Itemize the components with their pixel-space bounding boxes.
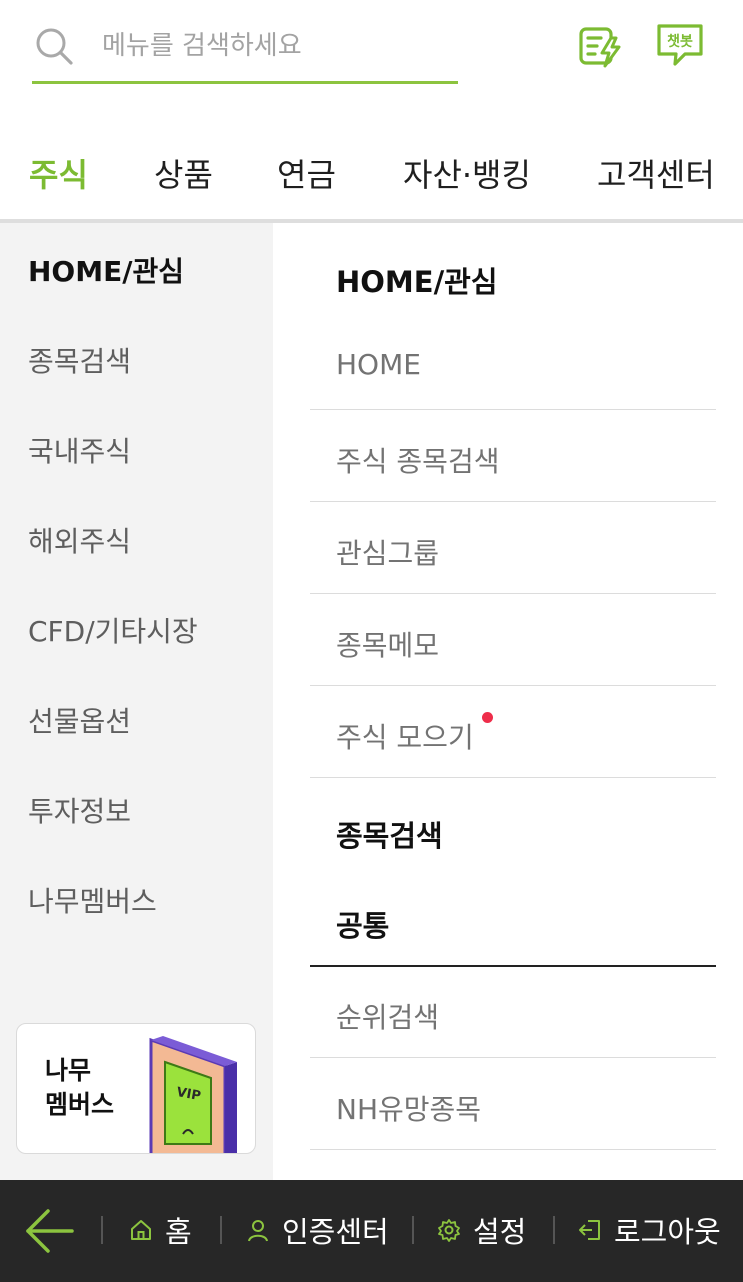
menu-item-label: HOME [336, 348, 421, 381]
banner-title: 나무 멤버스 [45, 1054, 114, 1122]
menu-item-label: 종목메모 [336, 629, 440, 662]
logout-button[interactable]: 로그아웃 [578, 1210, 721, 1250]
menu-item-label-wrap: 주식 모으기 [336, 712, 493, 756]
namu-members-banner[interactable]: 나무 멤버스 VIP [16, 1023, 256, 1154]
sidebar-item-overseas-stocks[interactable]: 해외주식 [28, 520, 131, 560]
tab-stocks[interactable]: 주식 [29, 150, 88, 196]
quick-menu-icon[interactable] [577, 22, 625, 70]
menu-item-label: 관심그룹 [336, 537, 440, 570]
tab-pension[interactable]: 연금 [277, 150, 336, 196]
menu-item-stock-memo[interactable]: 종목메모 [310, 594, 716, 686]
menu-item-stock-accumulation[interactable]: 주식 모으기 [310, 686, 716, 778]
menu-item-ranking-search[interactable]: 순위검색 [310, 966, 716, 1058]
auth-center-label: 인증센터 [282, 1215, 389, 1249]
chatbot-button[interactable]: 챗봇 [655, 22, 705, 68]
group-title-common: 공통 [336, 909, 390, 943]
bar-separator [412, 1216, 414, 1244]
back-arrow-icon[interactable] [24, 1206, 76, 1256]
category-sidebar: HOME/관심 종목검색 국내주식 해외주식 CFD/기타시장 선물옵션 투자정… [0, 223, 273, 1180]
chatbot-label: 챗봇 [667, 34, 693, 50]
menu-item-stock-symbol-search[interactable]: 주식 종목검색 [310, 410, 716, 502]
bottom-navigation-bar: 홈 인증센터 설정 로그아웃 [0, 1180, 743, 1282]
gear-icon [438, 1219, 460, 1242]
sidebar-item-investment-info[interactable]: 투자정보 [28, 790, 131, 830]
search-icon [36, 28, 73, 65]
banner-title-line1: 나무 [45, 1056, 92, 1085]
chatbot-icon: 챗봇 [657, 24, 703, 66]
sidebar-item-stock-search[interactable]: 종목검색 [28, 340, 131, 380]
search-box[interactable] [32, 18, 458, 84]
sidebar-item-home-watchlist[interactable]: HOME/관심 [28, 250, 184, 290]
menu-item-label: 순위검색 [336, 1001, 440, 1034]
menu-item-home[interactable]: HOME [310, 318, 716, 410]
section-title-home-watchlist: HOME/관심 [336, 265, 498, 299]
menu-item-watch-group[interactable]: 관심그룹 [310, 502, 716, 594]
logout-icon [579, 1220, 600, 1240]
menu-item-label: 주식 종목검색 [336, 445, 500, 478]
menu-item-label: 주식 모으기 [336, 721, 474, 754]
tab-assets-banking[interactable]: 자산·뱅킹 [403, 150, 531, 196]
vip-card-illustration: VIP [149, 1036, 237, 1153]
search-header: 챗봇 [0, 0, 743, 110]
bar-separator [553, 1216, 555, 1244]
sidebar-item-futures-options[interactable]: 선물옵션 [28, 700, 131, 740]
tab-customer-center[interactable]: 고객센터 [597, 150, 715, 196]
home-button[interactable]: 홈 [129, 1210, 192, 1250]
submenu-panel: HOME/관심 HOME 주식 종목검색 관심그룹 종목메모 주식 모으기 종목… [310, 223, 716, 1180]
new-indicator-dot [481, 712, 493, 723]
sidebar-item-namu-members[interactable]: 나무멤버스 [28, 880, 157, 920]
top-tabs: 주식 상품 연금 자산·뱅킹 고객센터 [0, 130, 743, 220]
menu-item-nh-promising-stocks[interactable]: NH유망종목 [310, 1058, 716, 1150]
settings-label: 설정 [473, 1215, 527, 1249]
section-title-stock-search: 종목검색 [336, 819, 443, 853]
home-icon [131, 1220, 151, 1240]
person-icon [248, 1220, 268, 1242]
logout-label: 로그아웃 [614, 1215, 721, 1249]
sidebar-item-domestic-stocks[interactable]: 국내주식 [28, 430, 131, 470]
settings-button[interactable]: 설정 [437, 1210, 526, 1250]
tab-products[interactable]: 상품 [154, 150, 213, 196]
bar-separator [101, 1216, 103, 1244]
sidebar-item-cfd-other-markets[interactable]: CFD/기타시장 [28, 610, 198, 650]
search-input[interactable] [102, 26, 442, 66]
home-label: 홈 [165, 1215, 192, 1249]
bar-separator [220, 1216, 222, 1244]
banner-title-line2: 멤버스 [45, 1090, 115, 1119]
menu-item-label: NH유망종목 [336, 1093, 482, 1126]
auth-center-button[interactable]: 인증센터 [246, 1210, 389, 1250]
